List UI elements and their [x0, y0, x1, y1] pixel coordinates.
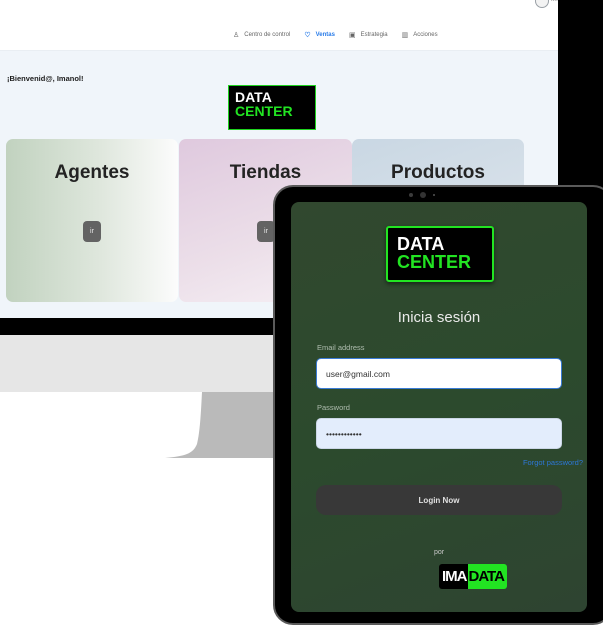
forgot-password-link[interactable]: Forgot password? [523, 458, 583, 467]
nav-label: Estrategia [360, 32, 388, 38]
card-agentes: Agentes ir [6, 139, 178, 302]
card-title: Productos [391, 162, 485, 183]
user-label: Im [551, 0, 558, 3]
login-screen: DATA CENTER Inicia sesión Email address … [291, 202, 587, 612]
card-title: Agentes [54, 162, 130, 183]
agentes-go-button[interactable]: ir [83, 221, 101, 242]
login-title: Inicia sesión [397, 309, 481, 326]
camera-dot [433, 194, 435, 196]
nav-label: Centro de control [244, 32, 291, 38]
welcome-message: ¡Bienvenid@, Imanol! [7, 74, 84, 83]
nav-centro-de-control[interactable]: ♙ Centro de control [233, 31, 290, 39]
logo-line-1: DATA [235, 89, 272, 105]
main-nav: ♙ Centro de control ♡ Ventas ▣ Estrategi… [233, 31, 438, 39]
navbar: ♙ Centro de control ♡ Ventas ▣ Estrategi… [0, 14, 558, 51]
brand-part-2: DATA [467, 564, 507, 589]
nav-ventas[interactable]: ♡ Ventas [304, 31, 335, 39]
logo-line-2: CENTER [397, 252, 472, 272]
data-center-logo: DATA CENTER [228, 85, 316, 130]
user-icon: ♙ [233, 32, 240, 39]
nav-estrategia[interactable]: ▣ Estrategia [349, 31, 388, 39]
nav-label: Acciones [413, 32, 438, 38]
brand-part-1: IMA [439, 564, 468, 589]
nav-label: Ventas [315, 32, 335, 38]
email-field[interactable]: user@gmail.com [316, 358, 562, 389]
camera-lens [420, 192, 426, 198]
nav-acciones[interactable]: ▥ Acciones [402, 31, 438, 39]
data-center-logo: DATA CENTER [386, 226, 494, 282]
logo-line-1: DATA [397, 234, 445, 254]
email-label: Email address [317, 343, 365, 352]
card-title: Tiendas [229, 162, 302, 183]
user-avatar-icon[interactable] [535, 0, 549, 8]
imadata-logo: IMA DATA [439, 564, 507, 589]
chart-icon: ▥ [401, 32, 409, 39]
image-icon: ▣ [348, 32, 356, 39]
password-field[interactable]: •••••••••••• [316, 418, 562, 449]
password-label: Password [317, 403, 350, 412]
top-bar: Im [0, 0, 558, 14]
heart-icon: ♡ [304, 32, 311, 39]
tablet-camera [409, 192, 435, 198]
login-button[interactable]: Login Now [316, 485, 562, 515]
camera-dot [409, 193, 413, 197]
logo-line-2: CENTER [235, 103, 293, 119]
by-label: por [433, 549, 445, 556]
